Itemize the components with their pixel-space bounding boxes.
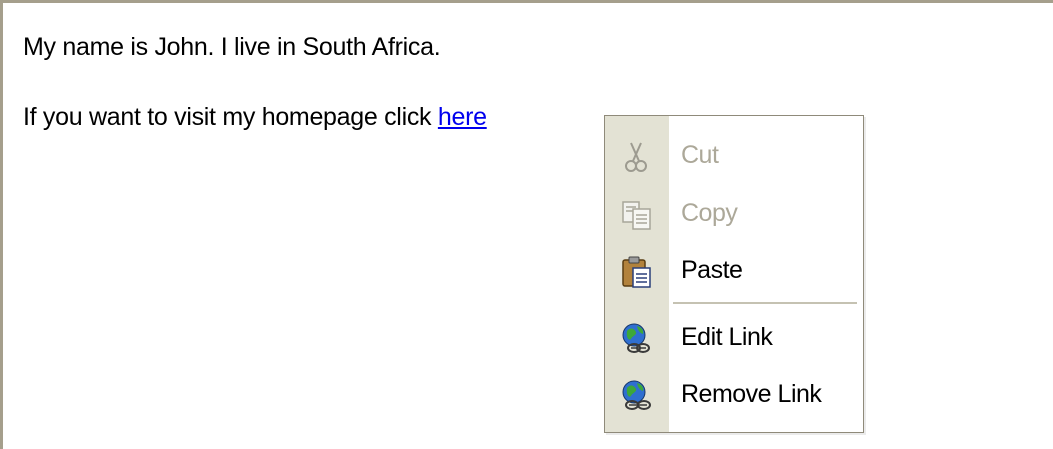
document-line-2: If you want to visit my homepage click h… [23,103,487,132]
menu-item-copy[interactable]: Copy [605,189,863,239]
menu-item-remove-link[interactable]: Remove Link [605,370,863,420]
menu-item-label: Cut [681,141,719,169]
menu-item-label: Edit Link [681,323,773,351]
menu-item-label: Paste [681,256,743,284]
document-line-2-text: If you want to visit my homepage click [23,103,438,131]
context-menu: Cut Copy Paste Edit Link Remove Link [604,115,864,433]
copy-icon [619,197,655,233]
document-line-1: My name is John. I live in South Africa. [23,33,441,61]
paste-icon [619,254,655,290]
remove-link-icon [619,378,655,414]
menu-separator [673,302,857,304]
rich-text-editor[interactable]: My name is John. I live in South Africa.… [0,0,1053,449]
edit-link-icon [619,321,655,357]
menu-item-cut[interactable]: Cut [605,131,863,181]
scissors-icon [619,139,655,175]
homepage-link[interactable]: here [438,103,487,131]
menu-item-edit-link[interactable]: Edit Link [605,313,863,363]
menu-item-paste[interactable]: Paste [605,246,863,296]
menu-item-label: Copy [681,199,738,227]
menu-item-label: Remove Link [681,380,822,408]
